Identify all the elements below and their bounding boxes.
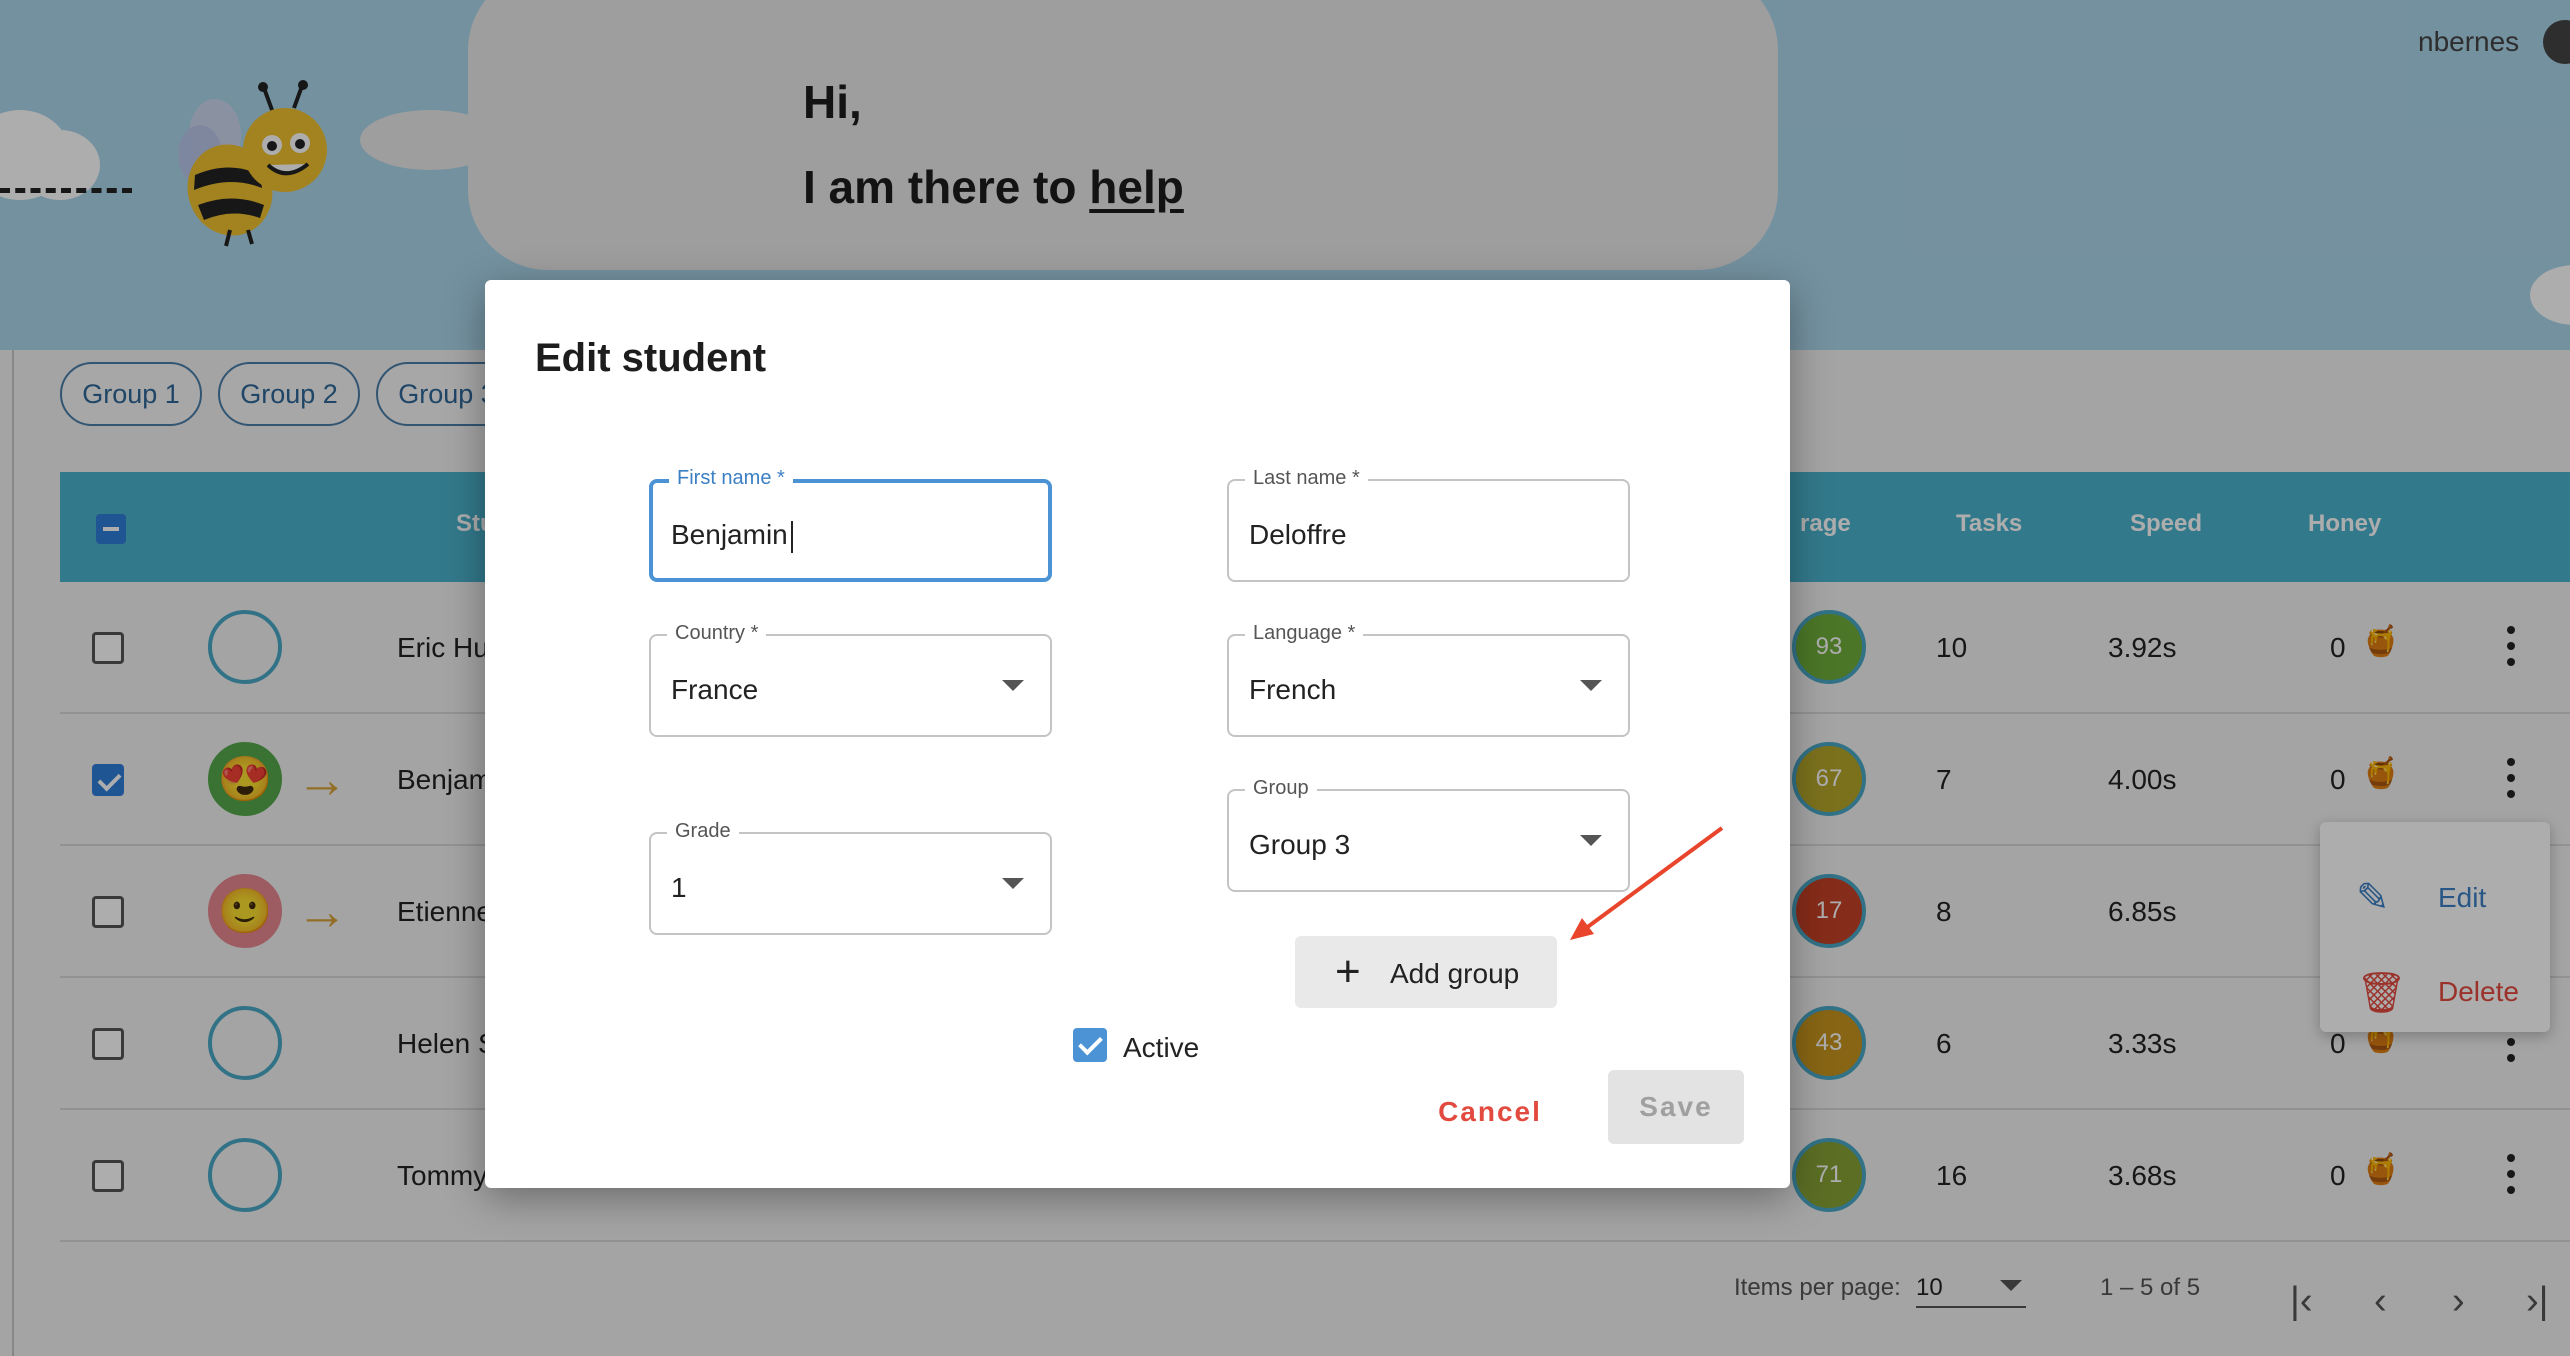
language-select[interactable]: Language * French [1227,622,1630,737]
language-value: French [1249,674,1337,705]
edit-student-dialog: Edit student First name * Benjamin Last … [485,280,1790,1188]
group-value: Group 3 [1249,829,1351,860]
active-label: Active [1123,1032,1200,1063]
group-select[interactable]: Group Group 3 [1227,777,1630,892]
first-name-input[interactable]: Benjamin [671,519,991,551]
country-select[interactable]: Country * France [649,622,1052,737]
chevron-down-icon [1580,680,1602,691]
text-cursor [791,521,793,553]
plus-icon: + [1335,947,1361,996]
country-label: Country * [667,622,767,645]
add-group-label: Add group [1390,958,1520,989]
group-label: Group [1245,777,1317,800]
chevron-down-icon [1580,835,1602,846]
last-name-field[interactable]: Last name * Deloffre [1227,467,1630,582]
first-name-label: First name * [669,467,793,490]
grade-label: Grade [667,820,739,843]
language-label: Language * [1245,622,1364,645]
add-group-button[interactable]: + Add group [1295,936,1557,1008]
dialog-title: Edit student [535,336,767,380]
grade-select[interactable]: Grade 1 [649,820,1052,935]
last-name-label: Last name * [1245,467,1368,490]
last-name-input[interactable]: Deloffre [1249,519,1569,551]
cancel-button[interactable]: Cancel [1425,1076,1555,1148]
save-button[interactable]: Save [1608,1070,1744,1144]
chevron-down-icon [1002,878,1024,889]
grade-value: 1 [671,872,687,903]
chevron-down-icon [1002,680,1024,691]
active-checkbox[interactable] [1073,1028,1107,1062]
first-name-field[interactable]: First name * Benjamin [649,467,1052,582]
country-value: France [671,674,759,705]
